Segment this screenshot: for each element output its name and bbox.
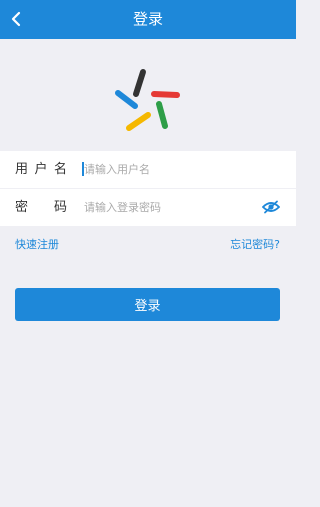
- username-input[interactable]: [82, 160, 254, 179]
- username-row: 用 户 名: [0, 151, 296, 188]
- eye-off-icon[interactable]: [262, 200, 280, 214]
- forgot-password-link[interactable]: 忘记密码?: [230, 236, 280, 252]
- login-form: 用 户 名 密 码: [0, 151, 296, 226]
- login-button[interactable]: 登录: [15, 288, 280, 321]
- password-row: 密 码: [0, 189, 296, 226]
- password-label: 密 码: [15, 200, 67, 215]
- star-logo-icon: [115, 69, 180, 131]
- page-title: 登录: [132, 10, 163, 28]
- username-label: 用 户 名: [15, 162, 67, 177]
- password-input[interactable]: [82, 198, 254, 217]
- register-link[interactable]: 快速注册: [15, 236, 59, 252]
- top-bar: 登录: [0, 0, 296, 39]
